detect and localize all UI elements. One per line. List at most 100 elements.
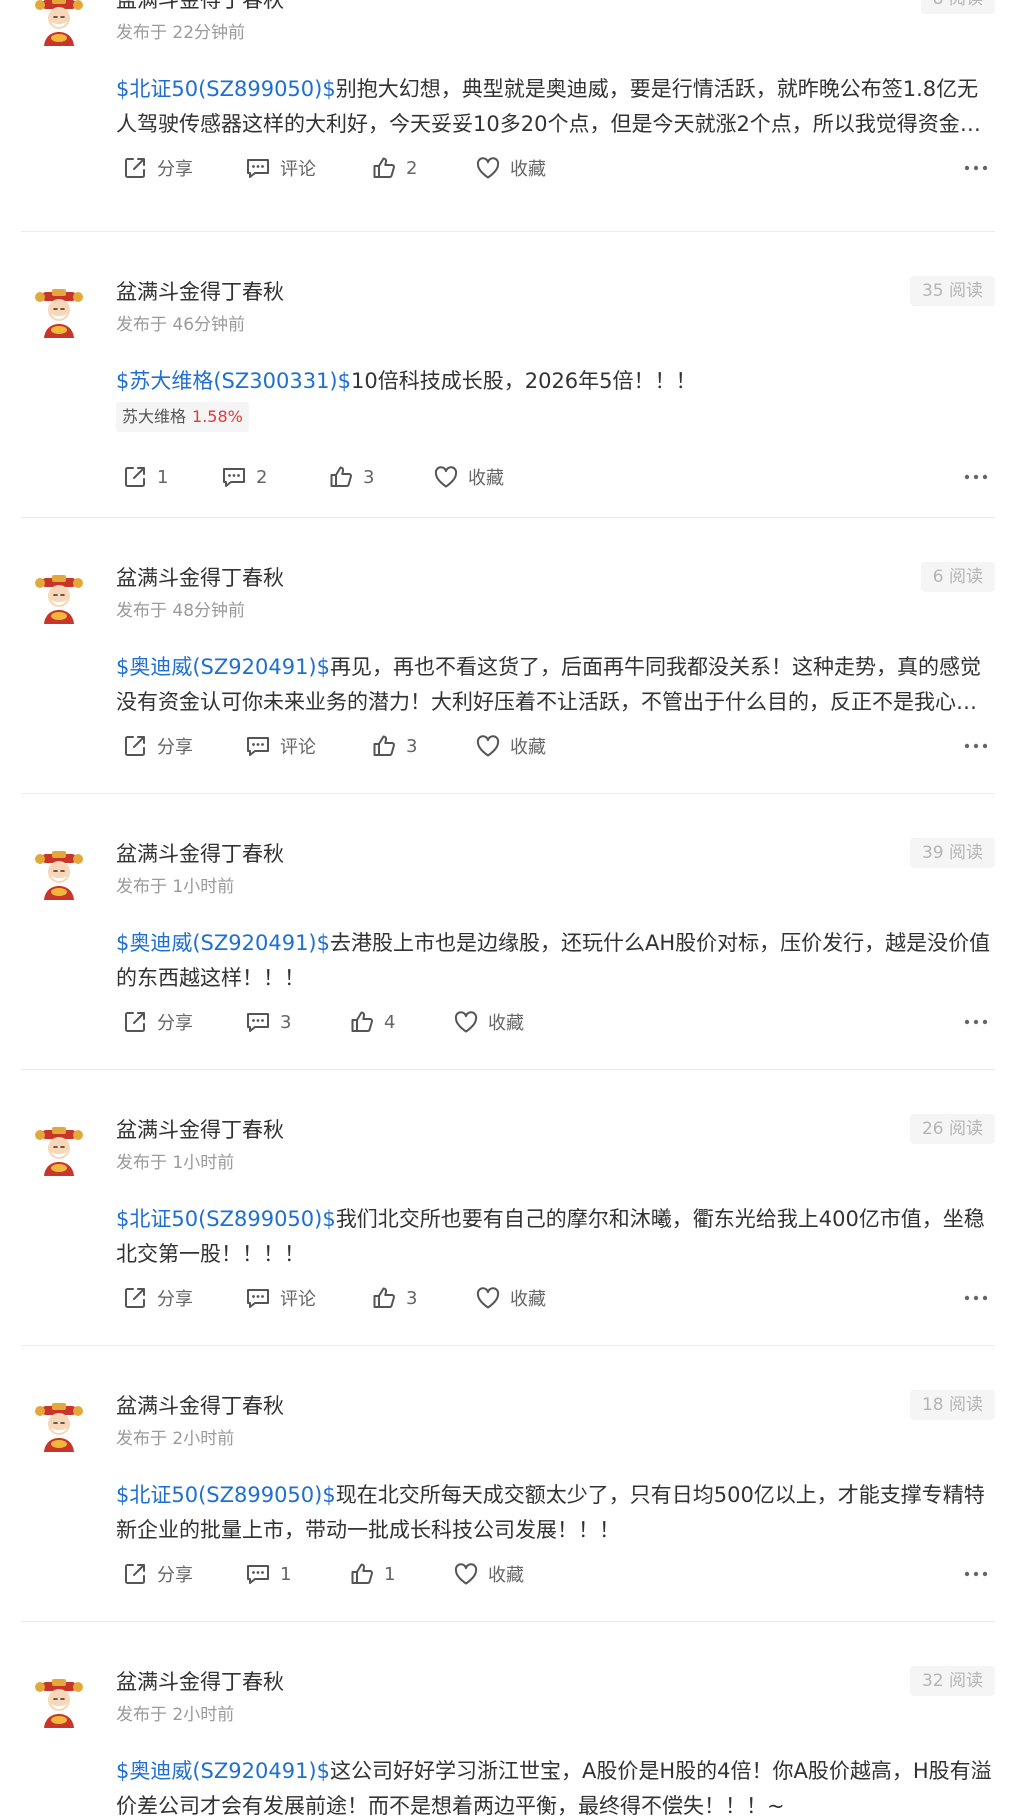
comment-icon <box>247 1013 269 1032</box>
share-button-label: 分享 <box>157 1013 193 1034</box>
favorite-button[interactable]: 收藏 <box>474 731 546 761</box>
post-time: 发布于 46分钟前 <box>116 315 246 335</box>
share-button[interactable]: 分享 <box>121 153 193 183</box>
comment-icon <box>247 159 269 178</box>
post-time: 发布于 48分钟前 <box>116 601 246 621</box>
thumbs-up-icon <box>373 157 395 178</box>
avatar-image <box>33 1677 85 1729</box>
author-name[interactable]: 盆满斗金得丁春秋 <box>116 1666 284 1696</box>
avatar[interactable] <box>32 572 86 626</box>
stock-link[interactable]: $苏大维格(SZ300331)$ <box>116 369 351 393</box>
stock-link[interactable]: $奥迪威(SZ920491)$ <box>116 655 330 679</box>
avatar[interactable] <box>32 1400 86 1454</box>
avatar[interactable] <box>32 848 86 902</box>
more-button[interactable] <box>961 153 991 183</box>
avatar-image <box>33 573 85 625</box>
stock-link[interactable]: $奥迪威(SZ920491)$ <box>116 931 330 955</box>
author-name[interactable]: 盆满斗金得丁春秋 <box>116 1114 284 1144</box>
like-button-label: 1 <box>384 1563 396 1585</box>
author-name[interactable]: 盆满斗金得丁春秋 <box>116 838 284 868</box>
favorite-button-label: 收藏 <box>488 1013 524 1034</box>
read-count-badge: 18 阅读 <box>909 1390 995 1420</box>
comment-icon <box>247 737 269 756</box>
stock-tag[interactable]: 苏大维格 1.58% <box>116 402 249 432</box>
more-icon <box>964 474 988 480</box>
more-button[interactable] <box>961 1559 991 1589</box>
post-item: 盆满斗金得丁春秋发布于 22分钟前 8 阅读 $北证50(SZ899050)$别抱大… <box>21 0 995 232</box>
share-button[interactable]: 分享 <box>121 731 193 761</box>
read-count-badge: 6 阅读 <box>920 562 995 592</box>
post-content[interactable]: $北证50(SZ899050)$别抱大幻想，典型就是奥迪威，要是行情活跃，就昨晚… <box>116 72 995 142</box>
comment-button-label: 1 <box>280 1563 292 1585</box>
favorite-button[interactable]: 收藏 <box>432 462 504 492</box>
like-button[interactable]: 3 <box>370 1283 417 1313</box>
share-button-label: 分享 <box>157 1289 193 1310</box>
favorite-button[interactable]: 收藏 <box>474 153 546 183</box>
comment-button-label: 评论 <box>280 737 316 758</box>
avatar[interactable] <box>32 1124 86 1178</box>
like-button-label: 4 <box>384 1011 396 1033</box>
share-icon <box>125 1564 145 1584</box>
avatar-image <box>33 1125 85 1177</box>
post-actions: 分享 3 4 收藏 <box>116 1007 995 1037</box>
share-button[interactable]: 1 <box>121 462 168 492</box>
favorite-button[interactable]: 收藏 <box>452 1007 524 1037</box>
favorite-button[interactable]: 收藏 <box>452 1559 524 1589</box>
post-content[interactable]: $苏大维格(SZ300331)$10倍科技成长股，2026年5倍！！！ <box>116 364 995 399</box>
author-name[interactable]: 盆满斗金得丁春秋 <box>116 562 284 592</box>
avatar[interactable] <box>32 286 86 340</box>
favorite-button[interactable]: 收藏 <box>474 1283 546 1313</box>
share-button[interactable]: 分享 <box>121 1283 193 1313</box>
post-content[interactable]: $奥迪威(SZ920491)$去港股上市也是边缘股，还玩什么AH股价对标，压价发… <box>116 926 995 996</box>
more-button[interactable] <box>961 1007 991 1037</box>
read-count-badge: 35 阅读 <box>909 276 995 306</box>
post-actions: 分享 评论 3 收藏 <box>116 1283 995 1313</box>
post-content[interactable]: $北证50(SZ899050)$我们北交所也要有自己的摩尔和沐曦，衢东光给我上4… <box>116 1202 995 1272</box>
stock-link[interactable]: $北证50(SZ899050)$ <box>116 1207 336 1231</box>
post-content[interactable]: $奥迪威(SZ920491)$再见，再也不看这货了，后面再牛同我都没关系！这种走… <box>116 650 995 720</box>
avatar-image <box>33 0 85 47</box>
like-button[interactable]: 4 <box>348 1007 395 1037</box>
comment-button[interactable]: 2 <box>220 462 267 492</box>
comment-button[interactable]: 评论 <box>244 1283 316 1313</box>
more-button[interactable] <box>961 462 991 492</box>
more-icon <box>964 743 988 749</box>
more-button[interactable] <box>961 731 991 761</box>
avatar[interactable] <box>32 1676 86 1730</box>
avatar-image <box>33 849 85 901</box>
share-icon <box>125 467 145 487</box>
heart-icon <box>454 1011 478 1033</box>
stock-link[interactable]: $北证50(SZ899050)$ <box>116 1483 336 1507</box>
comment-button[interactable]: 评论 <box>244 731 316 761</box>
more-button[interactable] <box>961 1283 991 1313</box>
post-content[interactable]: $奥迪威(SZ920491)$这公司好好学习浙江世宝，A股价是H股的4倍！你A股… <box>116 1754 995 1819</box>
stock-link[interactable]: $奥迪威(SZ920491)$ <box>116 1759 330 1783</box>
share-button[interactable]: 分享 <box>121 1007 193 1037</box>
stock-link[interactable]: $北证50(SZ899050)$ <box>116 77 336 101</box>
share-button-label: 分享 <box>157 159 193 180</box>
comment-button[interactable]: 评论 <box>244 153 316 183</box>
thumbs-up-icon <box>373 735 395 756</box>
like-button[interactable]: 1 <box>348 1559 395 1589</box>
share-button-label: 分享 <box>157 737 193 758</box>
comment-icon <box>247 1565 269 1584</box>
comment-button-label: 2 <box>256 466 268 488</box>
like-button[interactable]: 3 <box>370 731 417 761</box>
author-name[interactable]: 盆满斗金得丁春秋 <box>116 276 284 306</box>
comment-button[interactable]: 1 <box>244 1559 291 1589</box>
read-count-badge: 32 阅读 <box>909 1666 995 1696</box>
share-button-label: 分享 <box>157 1565 193 1586</box>
post-actions: 分享 评论 3 收藏 <box>116 731 995 761</box>
author-name[interactable]: 盆满斗金得丁春秋 <box>116 1390 284 1420</box>
post-content[interactable]: $北证50(SZ899050)$现在北交所每天成交额太少了，只有日均500亿以上… <box>116 1478 995 1548</box>
read-count-badge: 39 阅读 <box>909 838 995 868</box>
avatar[interactable] <box>32 0 86 48</box>
share-button[interactable]: 分享 <box>121 1559 193 1589</box>
share-icon <box>125 736 145 756</box>
like-button[interactable]: 3 <box>327 462 374 492</box>
author-name[interactable]: 盆满斗金得丁春秋 <box>116 0 284 14</box>
comment-button[interactable]: 3 <box>244 1007 291 1037</box>
like-button[interactable]: 2 <box>370 153 417 183</box>
share-icon <box>125 1288 145 1308</box>
thumbs-up-icon <box>351 1563 373 1584</box>
